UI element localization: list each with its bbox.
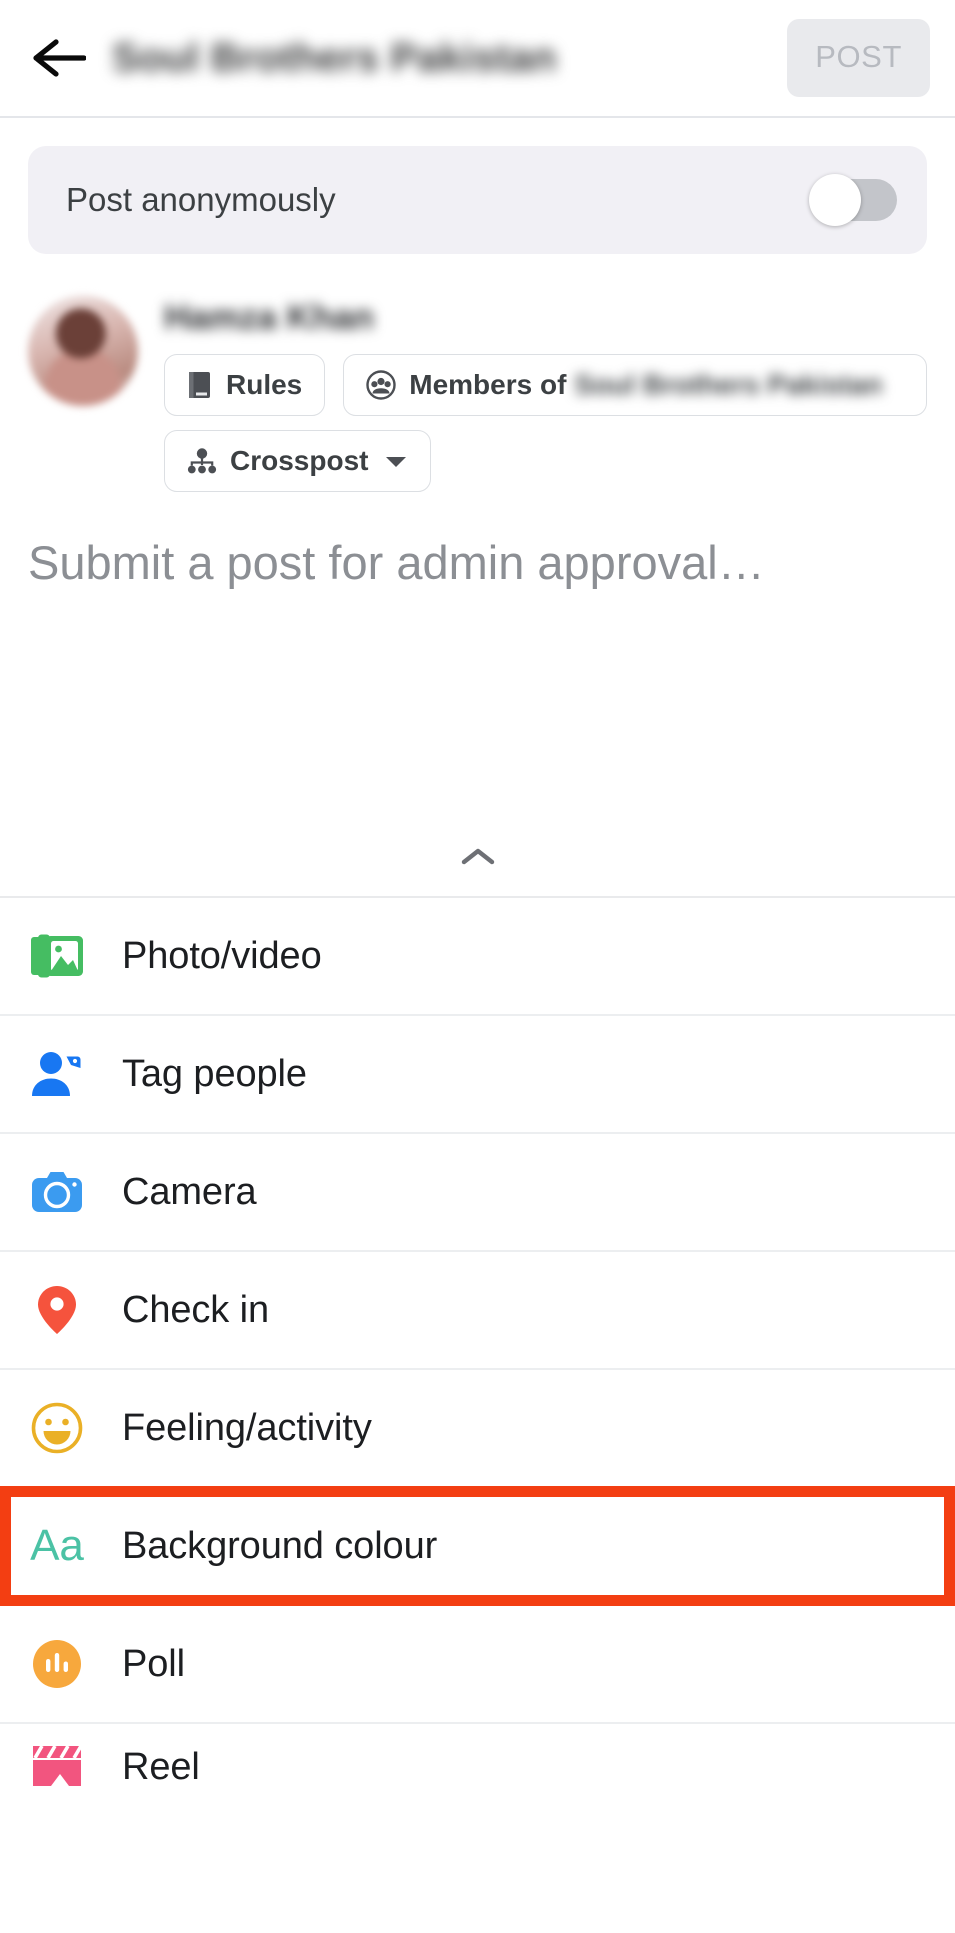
book-icon [187,370,213,400]
action-label-photo-video: Photo/video [122,935,322,978]
post-anonymously-label: Post anonymously [66,181,336,219]
post-button[interactable]: POST [787,19,930,97]
members-of-group-name: Soul Brothers Pakistan [574,369,882,401]
tag-people-icon [28,1045,86,1103]
action-row-camera[interactable]: Camera [0,1134,955,1252]
chevron-down-icon [384,454,408,469]
smiley-icon [28,1399,86,1457]
back-button[interactable] [28,27,90,89]
post-anonymously-row[interactable]: Post anonymously [28,146,927,254]
photo-video-icon [28,927,86,985]
group-icon [366,370,396,400]
reel-icon [28,1738,86,1796]
action-row-feeling-activity[interactable]: Feeling/activity [0,1370,955,1488]
members-of-chip-label: Members of [409,369,566,401]
aa-text-icon: Aa [28,1517,86,1575]
rules-chip[interactable]: Rules [164,354,325,416]
user-name: Hamza Khan [164,296,394,340]
app-header: Soul Brothers Pakistan POST [0,0,955,118]
composer-placeholder: Submit a post for admin approval… [28,536,927,590]
arrow-left-icon [32,37,86,79]
camera-icon [28,1163,86,1221]
identity-details: Hamza Khan Rules [164,296,927,492]
action-row-check-in[interactable]: Check in [0,1252,955,1370]
audience-chips-row-2: Crosspost [164,430,927,492]
members-of-chip[interactable]: Members of Soul Brothers Pakistan [343,354,927,416]
action-label-tag-people: Tag people [122,1053,307,1096]
poll-icon [28,1635,86,1693]
action-row-photo-video[interactable]: Photo/video [0,898,955,1016]
action-label-poll: Poll [122,1643,185,1686]
location-pin-icon [28,1281,86,1339]
avatar[interactable] [28,296,138,406]
crosspost-icon [187,447,217,475]
action-label-check-in: Check in [122,1289,269,1332]
anonymous-section: Post anonymously [0,118,955,254]
action-row-tag-people[interactable]: Tag people [0,1016,955,1134]
action-row-reel[interactable]: Reel [0,1724,955,1802]
toggle-knob [809,174,861,226]
action-label-background-colour: Background colour [122,1525,437,1568]
rules-chip-label: Rules [226,369,302,401]
action-row-background-colour[interactable]: Aa Background colour [0,1488,955,1606]
composer-actions-list: Photo/video Tag people [0,898,955,1802]
action-label-camera: Camera [122,1171,257,1214]
post-anonymously-toggle[interactable] [809,174,897,226]
collapse-sheet-handle[interactable] [0,822,955,898]
crosspost-chip-label: Crosspost [230,445,368,477]
chevron-up-icon [461,847,495,872]
composer-area[interactable]: Submit a post for admin approval… [0,492,955,822]
page-title: Soul Brothers Pakistan [112,36,787,81]
post-composer-screen: Soul Brothers Pakistan POST Post anonymo… [0,0,955,1933]
composer-identity: Hamza Khan Rules [0,254,955,492]
audience-chips-row-1: Rules Members of Soul Brother [164,354,927,416]
action-label-feeling-activity: Feeling/activity [122,1407,372,1450]
action-label-reel: Reel [122,1748,200,1786]
action-row-poll[interactable]: Poll [0,1606,955,1724]
crosspost-chip[interactable]: Crosspost [164,430,431,492]
